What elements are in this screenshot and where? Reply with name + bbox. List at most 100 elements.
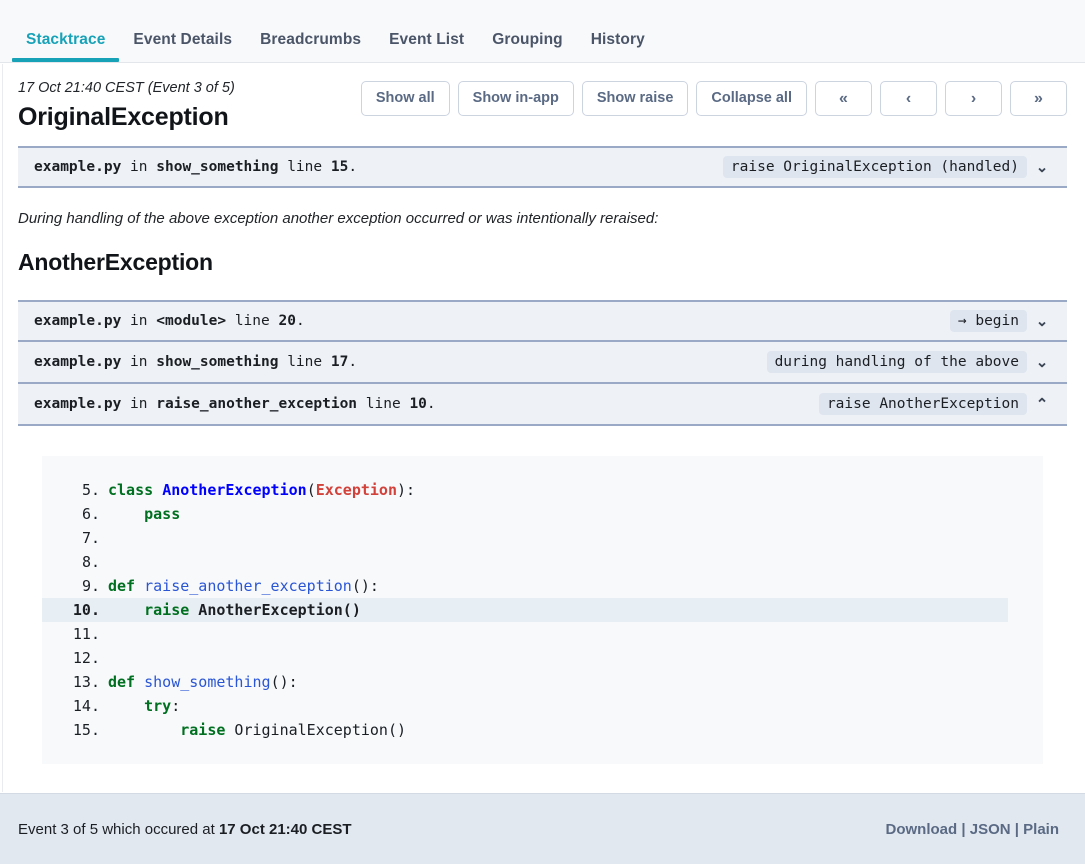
tab-breadcrumbs[interactable]: Breadcrumbs: [246, 31, 375, 62]
chevron-down-icon[interactable]: ⌄: [1027, 353, 1057, 371]
stack-frame-row[interactable]: example.py in raise_another_exception li…: [18, 383, 1067, 426]
code-token: ):: [397, 480, 416, 499]
left-edge-rule: [2, 64, 3, 792]
code-token: raise_another_exception: [144, 576, 352, 595]
frame-file: example.py: [34, 158, 122, 175]
code-line: 11.: [42, 622, 1043, 646]
frame-file: example.py: [34, 395, 122, 412]
footer-event-summary: Event 3 of 5 which occured at 17 Oct 21:…: [18, 821, 352, 838]
source-code-block: 5. class AnotherException(Exception): 6. p…: [42, 455, 1043, 764]
show-raise-button[interactable]: Show raise: [581, 81, 689, 116]
code-token: :: [171, 696, 181, 715]
code-token: ():: [351, 576, 379, 595]
stack-frame-row[interactable]: example.py in <module> line 20. → begin ⌄: [18, 299, 1067, 342]
second-exception-frames: example.py in <module> line 20. → begin ⌄ e…: [0, 299, 1085, 426]
frame-badge: raise AnotherException: [818, 392, 1027, 415]
frame-trailing: .: [348, 353, 358, 370]
code-token: def: [108, 576, 145, 595]
code-token: try: [144, 696, 172, 715]
code-token: show_something: [144, 672, 271, 691]
footer-timestamp: 17 Oct 21:40 CEST: [218, 820, 352, 838]
code-line: 7.: [42, 526, 1043, 550]
frame-in-word: [121, 159, 130, 175]
stack-frame-location: example.py in <module> line 20.: [34, 313, 305, 329]
code-line: 13. def show_something():: [42, 670, 1043, 694]
second-exception-title: AnotherException: [18, 248, 213, 275]
show-all-button[interactable]: Show all: [360, 81, 450, 116]
frame-in: in: [130, 353, 148, 370]
code-line: 15. raise OriginalException(): [42, 718, 1043, 742]
code-line-number: 8.: [81, 552, 100, 571]
code-line-number: 7.: [81, 528, 100, 547]
frame-file: example.py: [34, 353, 122, 370]
frame-in: in: [130, 158, 148, 175]
frame-trailing: .: [295, 312, 305, 329]
code-line-highlighted: 10. raise AnotherException(): [42, 597, 1008, 622]
code-line-number: 6.: [81, 504, 100, 523]
collapse-all-button[interactable]: Collapse all: [696, 81, 807, 116]
code-token: OriginalException(): [225, 720, 407, 739]
frame-line-word: line: [234, 312, 270, 329]
code-line-number: 15.: [72, 720, 100, 739]
code-line: 14. try:: [42, 694, 1043, 718]
code-line-number: 11.: [72, 624, 100, 643]
chevron-down-icon[interactable]: ⌄: [1027, 158, 1057, 176]
toolbar: Show all Show in-app Show raise Collapse al…: [360, 77, 1069, 116]
tab-event-details[interactable]: Event Details: [119, 31, 246, 62]
code-token: ():: [270, 672, 298, 691]
frame-line-number: 10: [409, 395, 427, 412]
frame-line-number: 15: [330, 158, 349, 175]
code-line-number: 12.: [72, 648, 100, 667]
footer-link-separator: |: [957, 820, 970, 838]
code-line: 12.: [42, 646, 1043, 670]
first-event-button[interactable]: «: [815, 81, 872, 116]
tab-event-list[interactable]: Event List: [375, 31, 478, 62]
frame-file: example.py: [34, 312, 122, 329]
stacktrace-header: 17 Oct 21:40 CEST (Event 3 of 5) Origina…: [0, 63, 1085, 138]
tab-stacktrace[interactable]: Stacktrace: [12, 31, 120, 62]
tab-grouping[interactable]: Grouping: [478, 31, 577, 62]
code-line-number: 13.: [72, 672, 100, 691]
frame-trailing: .: [426, 395, 436, 412]
frame-line-word: line: [287, 353, 323, 370]
frame-line-number: 20: [278, 312, 296, 329]
chevron-down-icon[interactable]: ⌄: [1027, 312, 1057, 330]
stack-frame-location: example.py in raise_another_exception li…: [34, 396, 436, 412]
last-event-button[interactable]: »: [1010, 81, 1067, 116]
download-link[interactable]: Download: [886, 821, 958, 838]
code-line-number: 10.: [72, 600, 100, 619]
code-token: raise: [180, 720, 226, 739]
stack-frame-row[interactable]: example.py in show_something line 15. ra…: [18, 145, 1067, 188]
tab-history[interactable]: History: [577, 31, 659, 62]
frame-in: in: [130, 312, 148, 329]
previous-event-button[interactable]: ‹: [880, 81, 937, 116]
stack-frame-row[interactable]: example.py in show_something line 17. dur…: [18, 341, 1067, 384]
code-line-number: 5.: [81, 480, 100, 499]
code-line-number: 14.: [72, 696, 100, 715]
frame-in: in: [130, 395, 148, 412]
code-token: AnotherException: [162, 480, 307, 499]
frame-badge: raise OriginalException (handled): [722, 155, 1027, 178]
first-exception-frames: example.py in show_something line 15. ra…: [0, 145, 1085, 188]
tab-bar: Stacktrace Event Details Breadcrumbs Event …: [0, 0, 1085, 63]
chevron-up-icon[interactable]: ⌃: [1027, 395, 1057, 413]
frame-badge: during handling of the above: [766, 350, 1027, 373]
json-link[interactable]: JSON: [970, 821, 1011, 838]
event-timestamp-meta: 17 Oct 21:40 CEST (Event 3 of 5): [18, 80, 235, 96]
frame-badge: → begin: [949, 309, 1027, 332]
footer-link-separator: |: [1010, 820, 1024, 838]
heading-block: 17 Oct 21:40 CEST (Event 3 of 5) Origina…: [18, 77, 235, 132]
code-token: Exception: [315, 480, 397, 499]
frame-function: raise_another_exception: [156, 395, 358, 412]
code-line: 6. pass: [42, 502, 1043, 526]
show-in-app-button[interactable]: Show in-app: [457, 81, 574, 116]
frame-function: <module>: [156, 312, 227, 329]
code-token: class: [108, 480, 163, 499]
next-event-button[interactable]: ›: [945, 81, 1002, 116]
plain-link[interactable]: Plain: [1023, 821, 1059, 838]
frame-line-number: 17: [330, 353, 349, 370]
